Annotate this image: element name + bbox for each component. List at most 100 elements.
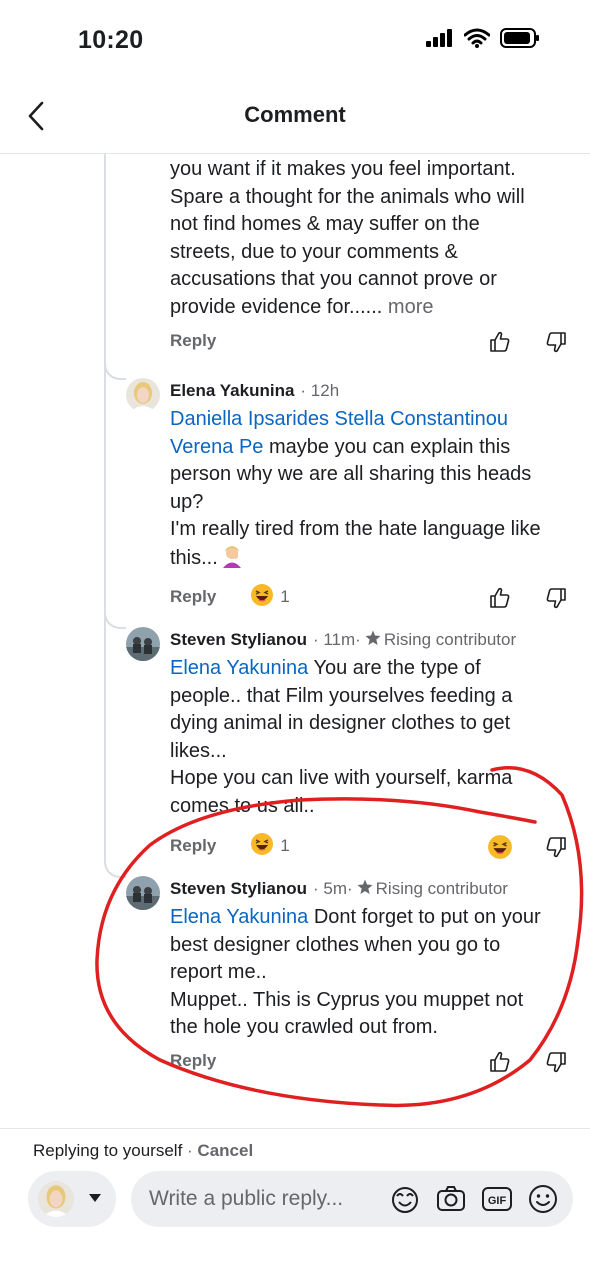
- comment-item: Steven Stylianou · 11m· Rising contribut…: [126, 627, 576, 867]
- rising-contributor-badge: Rising contributor: [365, 630, 516, 651]
- star-icon: [357, 879, 376, 900]
- comment-text-line: comes to us all..: [170, 794, 315, 817]
- comment-text-line: person why we are all sharing this heads: [170, 463, 532, 485]
- avatar[interactable]: [126, 627, 160, 661]
- comment-body: Steven Stylianou · 5m· Rising contributo…: [170, 876, 576, 1042]
- reply-button[interactable]: Reply: [170, 1051, 216, 1071]
- status-icons: [426, 28, 540, 53]
- comment-text-line: Elena Yakunina Dont forget to put on you…: [170, 904, 576, 932]
- avatar[interactable]: [126, 876, 160, 910]
- reaction-count: 1: [280, 587, 290, 606]
- reaction-summary[interactable]: 1: [250, 583, 290, 612]
- replying-to-label: Replying to yourself: [33, 1141, 183, 1160]
- comment-text-line: you want if it makes you feel important.: [170, 158, 516, 180]
- thumbs-up-icon[interactable]: [484, 582, 516, 614]
- comment-actions: Reply 1: [170, 580, 576, 614]
- comment-text-line: not find homes & may suffer on the: [170, 213, 480, 235]
- comment-item: Steven Stylianou · 5m· Rising contributo…: [126, 876, 576, 1076]
- comment-timestamp: · 5m·: [312, 879, 353, 898]
- comment-actions: Reply 1: [170, 829, 576, 863]
- thumbs-up-icon[interactable]: [484, 1046, 516, 1078]
- comment-body: Steven Stylianou · 11m· Rising contribut…: [170, 627, 576, 820]
- thumbs-down-icon[interactable]: [540, 831, 572, 863]
- comment-header: Elena Yakunina · 12h: [170, 378, 576, 404]
- cancel-reply-button[interactable]: Cancel: [197, 1141, 253, 1160]
- reaction-summary[interactable]: 1: [250, 832, 290, 861]
- thread-connector-line: [104, 154, 106, 859]
- comment-text-line: I'm really tired from the hate language …: [170, 518, 541, 540]
- wifi-icon: [463, 28, 491, 53]
- reply-input-container[interactable]: GIF: [131, 1171, 573, 1227]
- comment-text-fragment: Dont forget to put on your: [308, 906, 541, 928]
- author-name[interactable]: Elena Yakunina: [170, 381, 294, 401]
- comment-text-fragment: maybe you can explain this: [263, 435, 511, 458]
- avatar: [38, 1181, 74, 1217]
- reaction-count: 1: [280, 836, 290, 855]
- smiley-icon[interactable]: [527, 1183, 559, 1215]
- comment-text: Daniella Ipsarides Stella Constantinou V…: [170, 406, 576, 576]
- laughing-emoji-icon: [250, 832, 274, 861]
- comment-text-line: Hope you can live with yourself, karma: [170, 767, 513, 789]
- comment-text-line: best designer clothes when you go to: [170, 933, 501, 956]
- thumbs-down-icon[interactable]: [540, 326, 572, 358]
- author-name[interactable]: Steven Stylianou: [170, 879, 307, 899]
- comment-text-line: people.. that Film yourselves feeding a: [170, 684, 513, 707]
- mention-link[interactable]: Daniella Ipsarides Stella Constantinou: [170, 406, 576, 434]
- thumbs-down-icon[interactable]: [540, 1046, 572, 1078]
- rising-contributor-badge: Rising contributor: [357, 879, 508, 900]
- laughing-emoji-icon: [250, 583, 274, 612]
- navigation-bar: Comment: [0, 80, 590, 154]
- mention-link[interactable]: Elena Yakunina: [170, 657, 308, 679]
- reply-button[interactable]: Reply: [170, 331, 216, 351]
- avatar[interactable]: [126, 378, 160, 412]
- reply-input[interactable]: [149, 1187, 379, 1211]
- comment-text-fragment: this...: [170, 546, 218, 569]
- comment-text-line: Verena Pe maybe you can explain this: [170, 434, 576, 462]
- comment-text-line: Elena Yakunina You are the type of: [170, 655, 576, 683]
- comment-actions: Reply: [170, 1044, 576, 1078]
- comment-body: Elena Yakunina · 12h Daniella Ipsarides …: [170, 378, 576, 576]
- laughing-emoji-reaction-button[interactable]: [484, 831, 516, 863]
- comment-text-line: likes...: [170, 739, 227, 762]
- camera-icon[interactable]: [435, 1183, 467, 1215]
- comment-text: you want if it makes you feel important.…: [170, 156, 576, 321]
- comment-text-line: accusations that you cannot prove or: [170, 268, 497, 290]
- badge-label: Rising contributor: [383, 630, 517, 649]
- comment-body: you want if it makes you feel important.…: [170, 156, 576, 321]
- thumbs-down-icon[interactable]: [540, 582, 572, 614]
- see-more-link[interactable]: more: [388, 296, 434, 318]
- mention-link[interactable]: Verena Pe: [170, 436, 263, 458]
- replying-context: Replying to yourself · Cancel: [33, 1141, 253, 1161]
- comment-text-line: dying animal in designer clothes to get: [170, 712, 511, 734]
- status-time: 10:20: [78, 26, 144, 54]
- author-name[interactable]: Steven Stylianou: [170, 630, 307, 650]
- caret-down-icon: [88, 1190, 102, 1208]
- facepalm-emoji-icon: [220, 544, 244, 577]
- cellular-signal-icon: [426, 29, 454, 52]
- reply-button[interactable]: Reply: [170, 587, 216, 607]
- comment-text-line: the hole you crawled out from.: [170, 1016, 438, 1038]
- mention-link[interactable]: Elena Yakunina: [170, 906, 308, 928]
- star-icon: [365, 630, 384, 651]
- page-title: Comment: [244, 102, 346, 127]
- sticker-icon[interactable]: [389, 1183, 421, 1215]
- comment-text-line: this...: [170, 544, 576, 577]
- comment-text-fragment: You are the type of: [308, 657, 481, 679]
- comment-text-line: up?: [170, 490, 204, 513]
- battery-icon: [500, 28, 540, 53]
- comment-text: Elena Yakunina You are the type of peopl…: [170, 655, 576, 820]
- comment-text-line: report me..: [170, 961, 267, 983]
- comment-timestamp: · 12h: [300, 381, 340, 400]
- comment-header: Steven Stylianou · 5m· Rising contributo…: [170, 876, 576, 902]
- svg-text:GIF: GIF: [488, 1195, 507, 1207]
- comment-header: Steven Stylianou · 11m· Rising contribut…: [170, 627, 576, 653]
- comment-timestamp: · 11m·: [312, 630, 361, 649]
- gif-icon[interactable]: GIF: [481, 1183, 513, 1215]
- comment-text-line: provide evidence for...... more: [170, 294, 576, 322]
- badge-label: Rising contributor: [375, 879, 508, 898]
- comment-thread[interactable]: you want if it makes you feel important.…: [0, 154, 590, 1124]
- account-switcher-button[interactable]: [28, 1171, 116, 1227]
- thumbs-up-icon[interactable]: [484, 326, 516, 358]
- reply-button[interactable]: Reply: [170, 836, 216, 856]
- status-bar: 10:20: [0, 0, 590, 80]
